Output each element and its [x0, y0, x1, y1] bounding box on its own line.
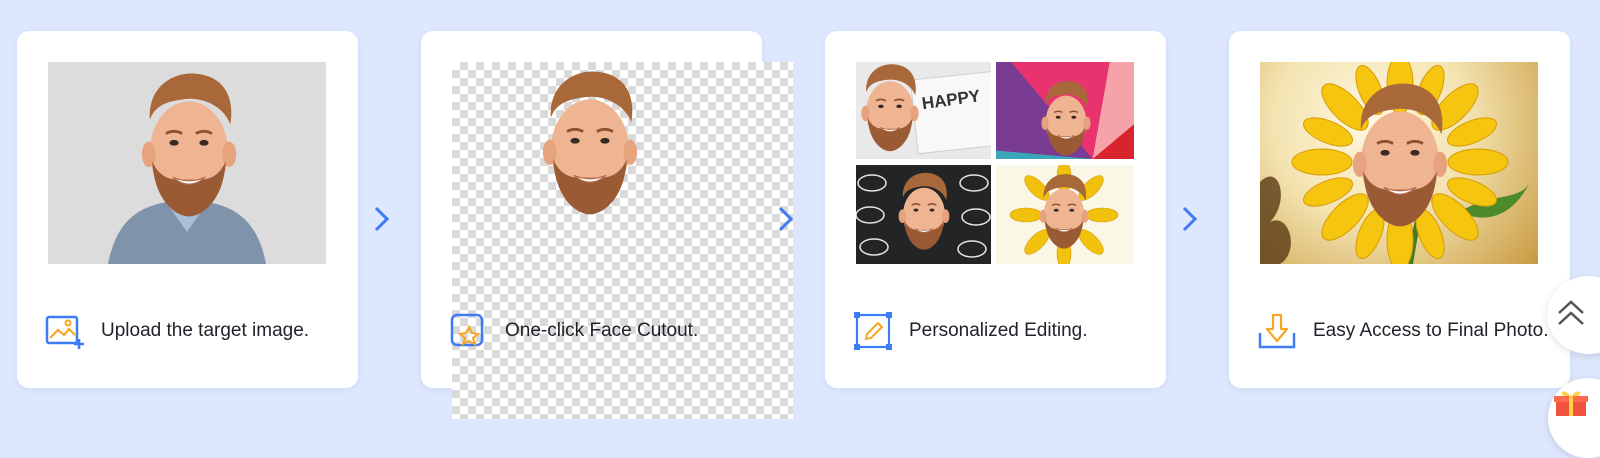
step-card-upload: Upload the target image. [17, 31, 358, 388]
step-card-editing: HAPPY Personalized Editing. [825, 31, 1166, 388]
step-caption: One-click Face Cutout. [449, 308, 698, 354]
double-chevron-up-icon [1558, 300, 1584, 325]
collage-rays [996, 62, 1134, 159]
collage-happy-note: HAPPY [856, 62, 991, 159]
step-caption-text: Personalized Editing. [909, 320, 1088, 341]
step-caption: Personalized Editing. [853, 308, 1088, 354]
sunflower-face-result [1260, 62, 1538, 264]
gift-button[interactable] [1548, 378, 1600, 458]
portrait-photo [48, 62, 326, 264]
collage-sunflower [996, 165, 1134, 264]
face-cutout-icon [450, 313, 484, 347]
step-caption-text: One-click Face Cutout. [505, 320, 699, 341]
face-cutout-transparent [452, 62, 793, 419]
step-card-final: Easy Access to Final Photo. [1229, 31, 1570, 388]
gift-icon [1554, 391, 1588, 416]
collage-chalkboard [856, 165, 991, 264]
step-card-cutout: One-click Face Cutout. [421, 31, 793, 419]
chevron-right-icon [778, 206, 794, 232]
step-caption: Easy Access to Final Photo. [1257, 308, 1549, 354]
step-caption-text: Upload the target image. [101, 320, 310, 341]
chevron-right-icon [374, 206, 390, 232]
upload-image-icon [45, 315, 84, 349]
step-caption: Upload the target image. [45, 308, 309, 354]
edit-pencil-icon [854, 312, 892, 350]
step-caption-text: Easy Access to Final Photo. [1313, 320, 1549, 341]
edited-collage: HAPPY [856, 62, 1134, 264]
chevron-right-icon [1182, 206, 1198, 232]
download-icon [1258, 313, 1296, 349]
